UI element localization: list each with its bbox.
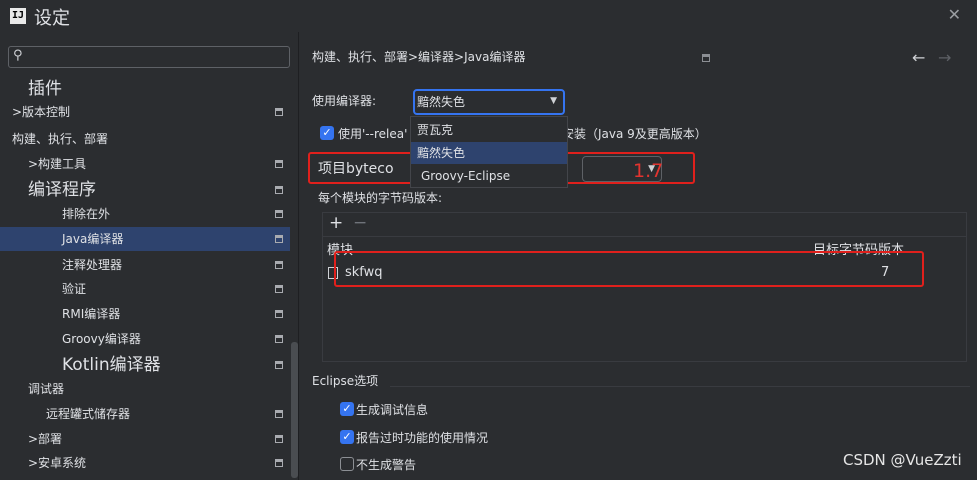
generate-debug-info-checkbox[interactable]: ✓ xyxy=(340,402,354,416)
section-divider xyxy=(390,386,970,387)
sidebar-item-build-execution-deployment[interactable]: 构建、执行、部署 xyxy=(0,127,290,151)
no-warnings-checkbox[interactable] xyxy=(340,457,354,471)
release-option-label: 使用'--relea' xyxy=(338,127,408,141)
compiler-selected-value: 黯然失色 xyxy=(417,95,466,109)
intellij-logo-icon: IJ xyxy=(10,8,26,24)
project-settings-icon xyxy=(275,435,283,443)
sidebar-item-java-compiler[interactable]: Java编译器 xyxy=(0,227,290,251)
sidebar-item-android[interactable]: >安卓系统 xyxy=(0,451,290,475)
sidebar-item-label: >版本控制 xyxy=(12,105,71,119)
column-header-target-bytecode[interactable]: 目标字节码版本 xyxy=(813,239,904,258)
table-row-module-name[interactable]: skfwq xyxy=(345,265,383,280)
sidebar-item-label: Kotlin编译器 xyxy=(62,355,161,375)
csdn-watermark: CSDN @VueZzti xyxy=(843,451,962,469)
per-module-bytecode-label: 每个模块的字节码版本: xyxy=(318,191,443,205)
sidebar-item-label: >安卓系统 xyxy=(28,456,87,470)
compiler-select[interactable]: 黯然失色 ▼ xyxy=(413,89,565,115)
settings-search[interactable]: ⚲ xyxy=(8,46,290,68)
project-settings-icon xyxy=(275,210,283,218)
project-settings-icon xyxy=(275,108,283,116)
breadcrumb: 构建、执行、部署>编译器>Java编译器 xyxy=(312,50,526,64)
sidebar-item-label: 注释处理器 xyxy=(62,258,123,272)
sidebar-item-validation[interactable]: 验证 xyxy=(0,277,290,301)
search-input[interactable] xyxy=(35,49,285,65)
sidebar-item-label: >部署 xyxy=(28,432,63,446)
back-arrow-icon[interactable]: ← xyxy=(912,48,925,67)
sidebar-item-label: Groovy编译器 xyxy=(62,332,141,346)
project-settings-icon xyxy=(702,54,710,62)
compiler-dropdown-list: 贾瓦克 黯然失色 Groovy-Eclipse xyxy=(410,116,568,188)
forward-arrow-icon[interactable]: → xyxy=(938,48,951,67)
chevron-down-icon: ▼ xyxy=(550,96,557,106)
sidebar-item-label: 排除在外 xyxy=(62,207,111,221)
sidebar-item-label: 构建、执行、部署 xyxy=(12,132,109,146)
chevron-down-icon: ▼ xyxy=(648,164,655,174)
settings-content: 构建、执行、部署>编译器>Java编译器 ← → 使用编译器: 黯然失色 ▼ ✓… xyxy=(300,32,977,480)
sidebar-item-groovy-compiler[interactable]: Groovy编译器 xyxy=(0,327,290,351)
report-deprecated-label: 报告过时功能的使用情况 xyxy=(356,431,489,445)
report-deprecated-checkbox[interactable]: ✓ xyxy=(340,430,354,444)
sidebar-item-remote-jar-repositories[interactable]: 远程罐式储存器 xyxy=(0,402,290,426)
project-settings-icon xyxy=(275,310,283,318)
project-settings-icon xyxy=(275,235,283,243)
remove-icon[interactable]: − xyxy=(353,213,367,233)
project-bytecode-select[interactable]: 1.7 ▼ xyxy=(582,156,663,182)
compiler-option-eclipse[interactable]: 黯然失色 xyxy=(411,142,567,164)
table-toolbar: + − xyxy=(323,213,966,237)
sidebar-item-label: 远程罐式储存器 xyxy=(46,407,131,421)
module-bytecode-table: + − 模块 目标字节码版本 skfwq 7 xyxy=(322,212,967,362)
project-settings-icon xyxy=(275,160,283,168)
sidebar-item-version-control[interactable]: >版本控制 xyxy=(0,100,290,124)
project-settings-icon xyxy=(275,285,283,293)
use-compiler-label: 使用编译器: xyxy=(312,94,377,108)
title-bar: IJ 设定 ✕ xyxy=(0,0,977,32)
project-settings-icon xyxy=(275,459,283,467)
project-settings-icon xyxy=(275,186,283,194)
project-settings-icon xyxy=(275,410,283,418)
column-header-module[interactable]: 模块 xyxy=(327,239,353,258)
sidebar-item-annotation-processors[interactable]: 注释处理器 xyxy=(0,253,290,277)
project-settings-icon xyxy=(275,361,283,369)
sidebar-item-label: 调试器 xyxy=(28,382,65,396)
table-row-target-value[interactable]: 7 xyxy=(881,265,889,280)
window-title: 设定 xyxy=(34,8,70,29)
add-icon[interactable]: + xyxy=(329,213,343,233)
generate-debug-info-label: 生成调试信息 xyxy=(356,403,429,417)
project-settings-icon xyxy=(275,261,283,269)
sidebar-item-label: >构建工具 xyxy=(28,157,87,171)
sidebar-scrollbar[interactable] xyxy=(290,32,299,480)
sidebar-scrollbar-thumb[interactable] xyxy=(291,342,298,478)
no-warnings-label: 不生成警告 xyxy=(356,458,417,472)
close-icon[interactable]: ✕ xyxy=(948,5,961,24)
sidebar-item-rmi-compiler[interactable]: RMI编译器 xyxy=(0,302,290,326)
sidebar-item-plugins[interactable]: 插件 xyxy=(0,77,290,101)
search-icon: ⚲ xyxy=(13,48,23,63)
sidebar-item-deployment[interactable]: >部署 xyxy=(0,427,290,451)
release-option-label-tail: 安装（Java 9及更高版本） xyxy=(562,127,707,141)
sidebar-item-debugger[interactable]: 调试器 xyxy=(0,377,290,401)
sidebar-item-build-tools[interactable]: >构建工具 xyxy=(0,152,290,176)
sidebar-item-excludes[interactable]: 排除在外 xyxy=(0,202,290,226)
sidebar-item-label: Java编译器 xyxy=(62,232,124,246)
settings-sidebar: ⚲ 插件 >版本控制 构建、执行、部署 >构建工具 编译程序 排除在外 Java… xyxy=(0,32,299,480)
compiler-option-groovy-eclipse[interactable]: Groovy-Eclipse xyxy=(411,165,567,187)
sidebar-item-label: 验证 xyxy=(62,282,87,296)
compiler-option-javac[interactable]: 贾瓦克 xyxy=(411,119,567,141)
release-option-checkbox[interactable]: ✓ xyxy=(320,126,334,140)
project-settings-icon xyxy=(275,335,283,343)
project-bytecode-label: 项目byteco xyxy=(318,161,394,177)
eclipse-options-heading: Eclipse选项 xyxy=(312,374,379,388)
sidebar-item-compiler[interactable]: 编译程序 xyxy=(0,178,290,202)
sidebar-item-label: 插件 xyxy=(28,79,62,99)
module-folder-icon xyxy=(328,267,338,279)
sidebar-item-label: 编译程序 xyxy=(28,180,96,200)
sidebar-item-label: RMI编译器 xyxy=(62,307,121,321)
sidebar-item-kotlin-compiler[interactable]: Kotlin编译器 xyxy=(0,353,290,377)
